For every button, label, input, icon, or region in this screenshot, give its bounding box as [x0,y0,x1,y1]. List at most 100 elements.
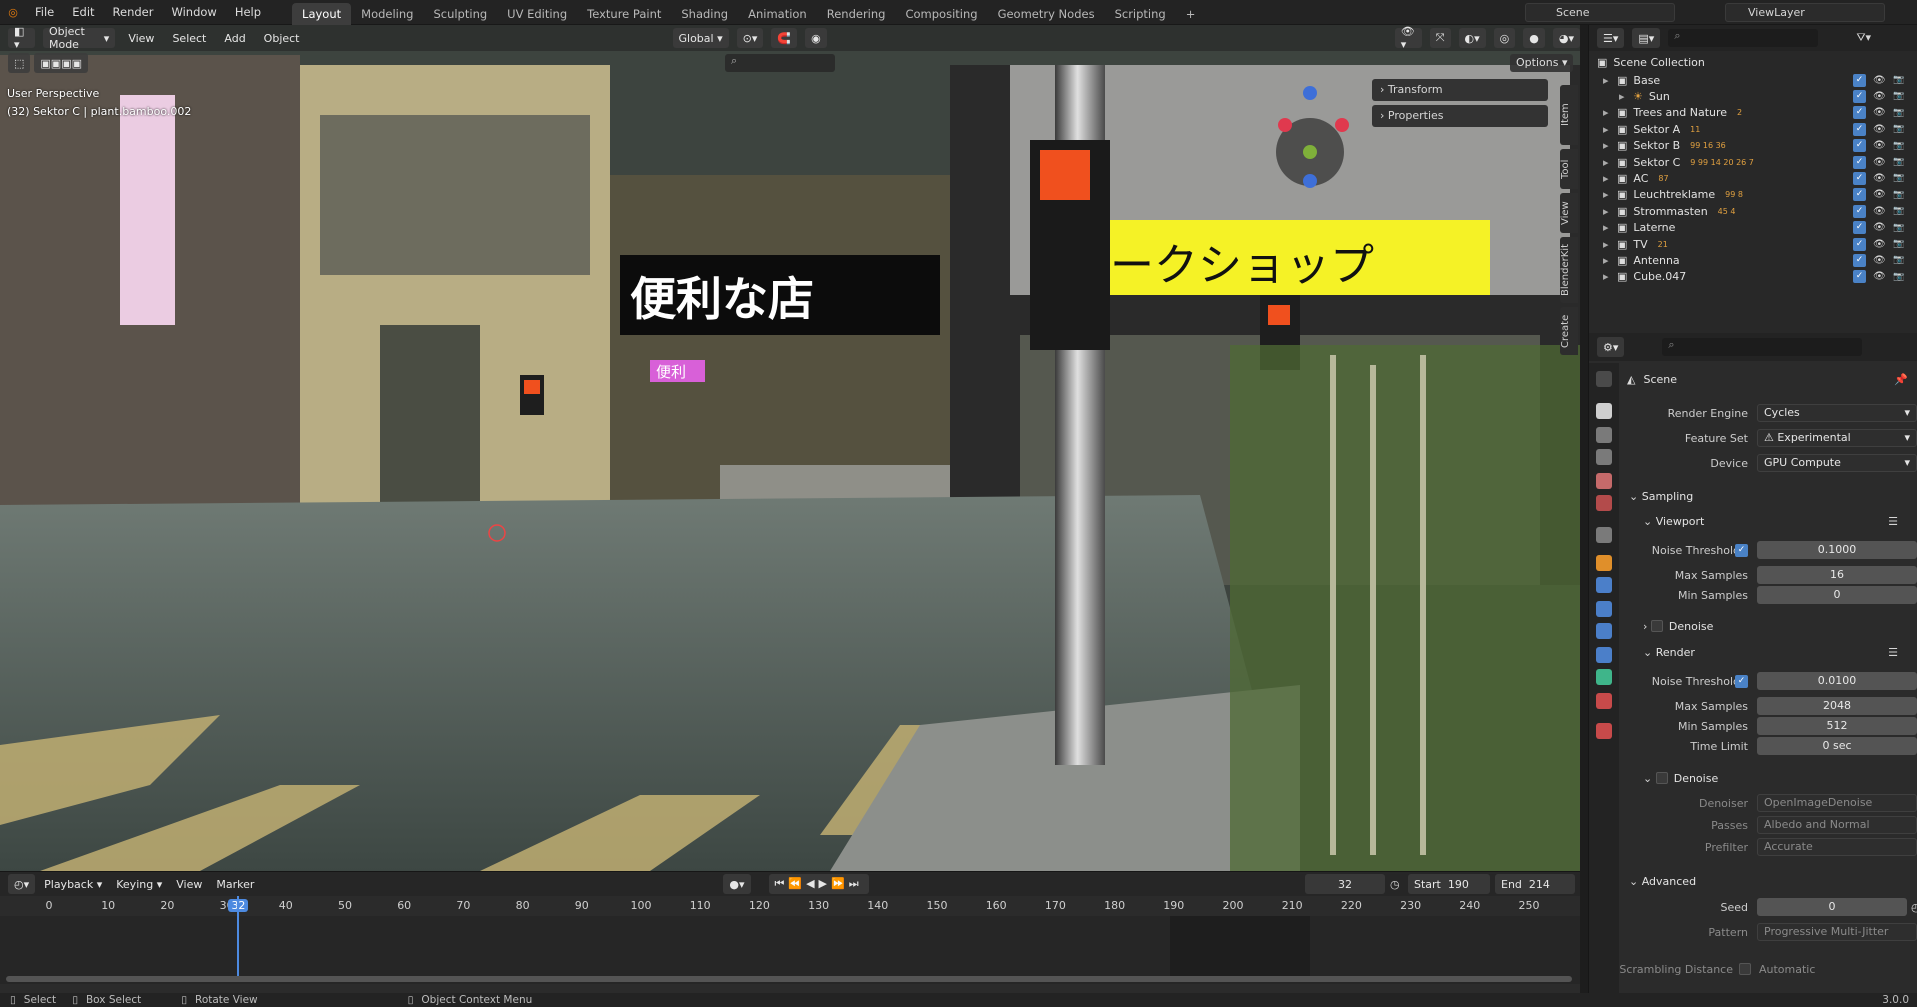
outliner-item[interactable]: ▸ ▣ Sektor C 9 99 14 20 26 7 ✓ 👁 📷 [1589,154,1917,170]
start-frame-field[interactable]: Start 190 [1408,874,1490,894]
vp-denoise-row[interactable]: › Denoise [1619,616,1917,636]
material-tab-icon[interactable] [1596,693,1612,709]
eye-icon[interactable]: 👁 [1873,206,1886,217]
particles-tab-icon[interactable] [1596,601,1612,617]
tab-blenderkit[interactable]: BlenderKit [1560,237,1578,303]
properties-editor-icon[interactable]: ⚙▾ [1597,337,1625,357]
exclude-checkbox[interactable]: ✓ [1853,237,1866,251]
viewport-menu-object[interactable]: Object [259,32,305,45]
tab-scripting[interactable]: Scripting [1105,3,1176,25]
scene-collection-row[interactable]: ▣ Scene Collection [1589,52,1917,72]
eye-icon[interactable]: 👁 [1873,222,1886,233]
eye-icon[interactable]: 👁 [1873,91,1886,102]
tab-compositing[interactable]: Compositing [895,3,987,25]
eye-icon[interactable]: 👁 [1873,140,1886,151]
viewport-menu-view[interactable]: View [123,32,159,45]
scrambling-checkbox[interactable] [1739,963,1751,975]
eye-icon[interactable]: 👁 [1873,255,1886,266]
camera-icon[interactable]: 📷 [1893,157,1904,167]
tab-create[interactable]: Create [1560,307,1578,355]
exclude-checkbox[interactable]: ✓ [1853,122,1866,136]
texture-tab-icon[interactable] [1596,723,1612,739]
viewlayer-selector[interactable]: ViewLayer [1725,3,1885,22]
r-noise-threshold-field[interactable]: 0.0100 [1757,672,1917,690]
camera-icon[interactable]: 📷 [1893,190,1904,200]
camera-icon[interactable]: 📷 [1893,223,1904,233]
vp-noise-threshold-checkbox[interactable]: ✓ [1735,543,1748,557]
vp-noise-threshold-field[interactable]: 0.1000 [1757,541,1917,559]
pin-icon[interactable]: 📌 [1894,373,1908,386]
add-workspace-icon[interactable]: + [1176,3,1206,25]
shading-wireframe-icon[interactable]: ◎ [1493,28,1516,48]
timeline-menu-view[interactable]: View [171,878,207,891]
outliner-item[interactable]: ▸ ▣ Laterne ✓ 👁 📷 [1589,220,1917,236]
world-tab-icon[interactable] [1596,495,1612,511]
sampling-panel-header[interactable]: ⌄ Sampling [1619,486,1917,506]
outliner-search[interactable]: ⌕ [1668,29,1819,47]
scene-selector[interactable]: Scene [1525,3,1675,22]
r-max-samples-field[interactable]: 2048 [1757,697,1917,715]
outliner-item[interactable]: ▸ ▣ Trees and Nature 2 ✓ 👁 📷 [1589,105,1917,121]
exclude-checkbox[interactable]: ✓ [1853,89,1866,103]
render-tab-icon[interactable] [1596,403,1612,419]
disclosure-triangle-icon[interactable]: ▸ [1603,139,1617,152]
outliner-item[interactable]: ▸ ▣ Sektor A 11 ✓ 👁 📷 [1589,121,1917,137]
shading-rendered-icon[interactable]: ◕▾ [1552,28,1580,48]
playback-controls[interactable]: ⏮⏪◀▶⏩⏭ [768,874,869,894]
camera-icon[interactable]: 📷 [1893,173,1904,183]
eye-icon[interactable]: 👁 [1873,173,1886,184]
data-tab-icon[interactable] [1596,669,1612,685]
outliner-item[interactable]: ▸ ▣ Strommasten 45 4 ✓ 👁 📷 [1589,203,1917,219]
tab-shading[interactable]: Shading [671,3,738,25]
exclude-checkbox[interactable]: ✓ [1853,221,1866,235]
advanced-panel-header[interactable]: ⌄ Advanced [1619,871,1917,891]
timeline-menu-marker[interactable]: Marker [211,878,259,891]
passes-dropdown[interactable]: Albedo and Normal [1757,816,1917,834]
menu-help[interactable]: Help [226,5,270,19]
camera-icon[interactable]: 📷 [1893,255,1904,265]
timeline-track-area[interactable] [0,896,1580,984]
exclude-checkbox[interactable]: ✓ [1853,171,1866,185]
disclosure-triangle-icon[interactable]: ▸ [1603,254,1617,267]
tab-modeling[interactable]: Modeling [351,3,423,25]
shading-solid-icon[interactable]: ● [1523,28,1545,48]
physics-tab-icon[interactable] [1596,623,1612,639]
tab-uv-editing[interactable]: UV Editing [497,3,577,25]
eye-icon[interactable]: 👁 [1873,189,1886,200]
constraints-tab-icon[interactable] [1596,647,1612,663]
r-denoise-row[interactable]: ⌄ Denoise [1619,768,1917,788]
r-min-samples-field[interactable]: 512 [1757,717,1917,735]
snap-icon[interactable]: 🧲 [771,28,798,48]
vp-max-samples-field[interactable]: 16 [1757,566,1917,584]
viewport-menu-select[interactable]: Select [167,32,211,45]
outliner-item[interactable]: ▸ ▣ TV 21 ✓ 👁 📷 [1589,236,1917,252]
eye-icon[interactable]: 👁 [1873,107,1886,118]
menu-render[interactable]: Render [104,5,163,19]
outliner-item[interactable]: ▸ ☀ Sun ✓ 👁 📷 [1589,88,1917,104]
collection-tab-icon[interactable] [1596,527,1612,543]
camera-icon[interactable]: 📷 [1893,141,1904,151]
tab-tool[interactable]: Tool [1560,149,1578,189]
object-tab-icon[interactable] [1596,555,1612,571]
tab-view[interactable]: View [1560,193,1578,233]
exclude-checkbox[interactable]: ✓ [1853,253,1866,267]
exclude-checkbox[interactable]: ✓ [1853,155,1866,169]
viewport-menu-add[interactable]: Add [219,32,250,45]
clock-icon[interactable]: ◴ [1911,901,1917,914]
list-icon[interactable]: ☰ [1888,515,1898,528]
device-dropdown[interactable]: GPU Compute ▾ [1757,454,1917,472]
prefilter-dropdown[interactable]: Accurate [1757,838,1917,856]
visibility-icon[interactable]: 👁▾ [1394,25,1422,51]
menu-file[interactable]: File [26,5,63,19]
outliner-editor-icon[interactable]: ☰▾ [1597,28,1625,48]
disclosure-triangle-icon[interactable]: ▸ [1603,172,1617,185]
render-subpanel-header[interactable]: ⌄ Render ☰ [1619,642,1917,662]
current-frame-field[interactable]: 32 [1305,874,1385,894]
timeline-editor-icon[interactable]: ◴▾ [8,874,36,894]
menu-edit[interactable]: Edit [63,5,103,19]
menu-window[interactable]: Window [162,5,225,19]
eye-icon[interactable]: 👁 [1873,239,1886,250]
viewport-search[interactable]: ⌕ [725,54,835,72]
tab-texture-paint[interactable]: Texture Paint [577,3,671,25]
modifier-tab-icon[interactable] [1596,577,1612,593]
